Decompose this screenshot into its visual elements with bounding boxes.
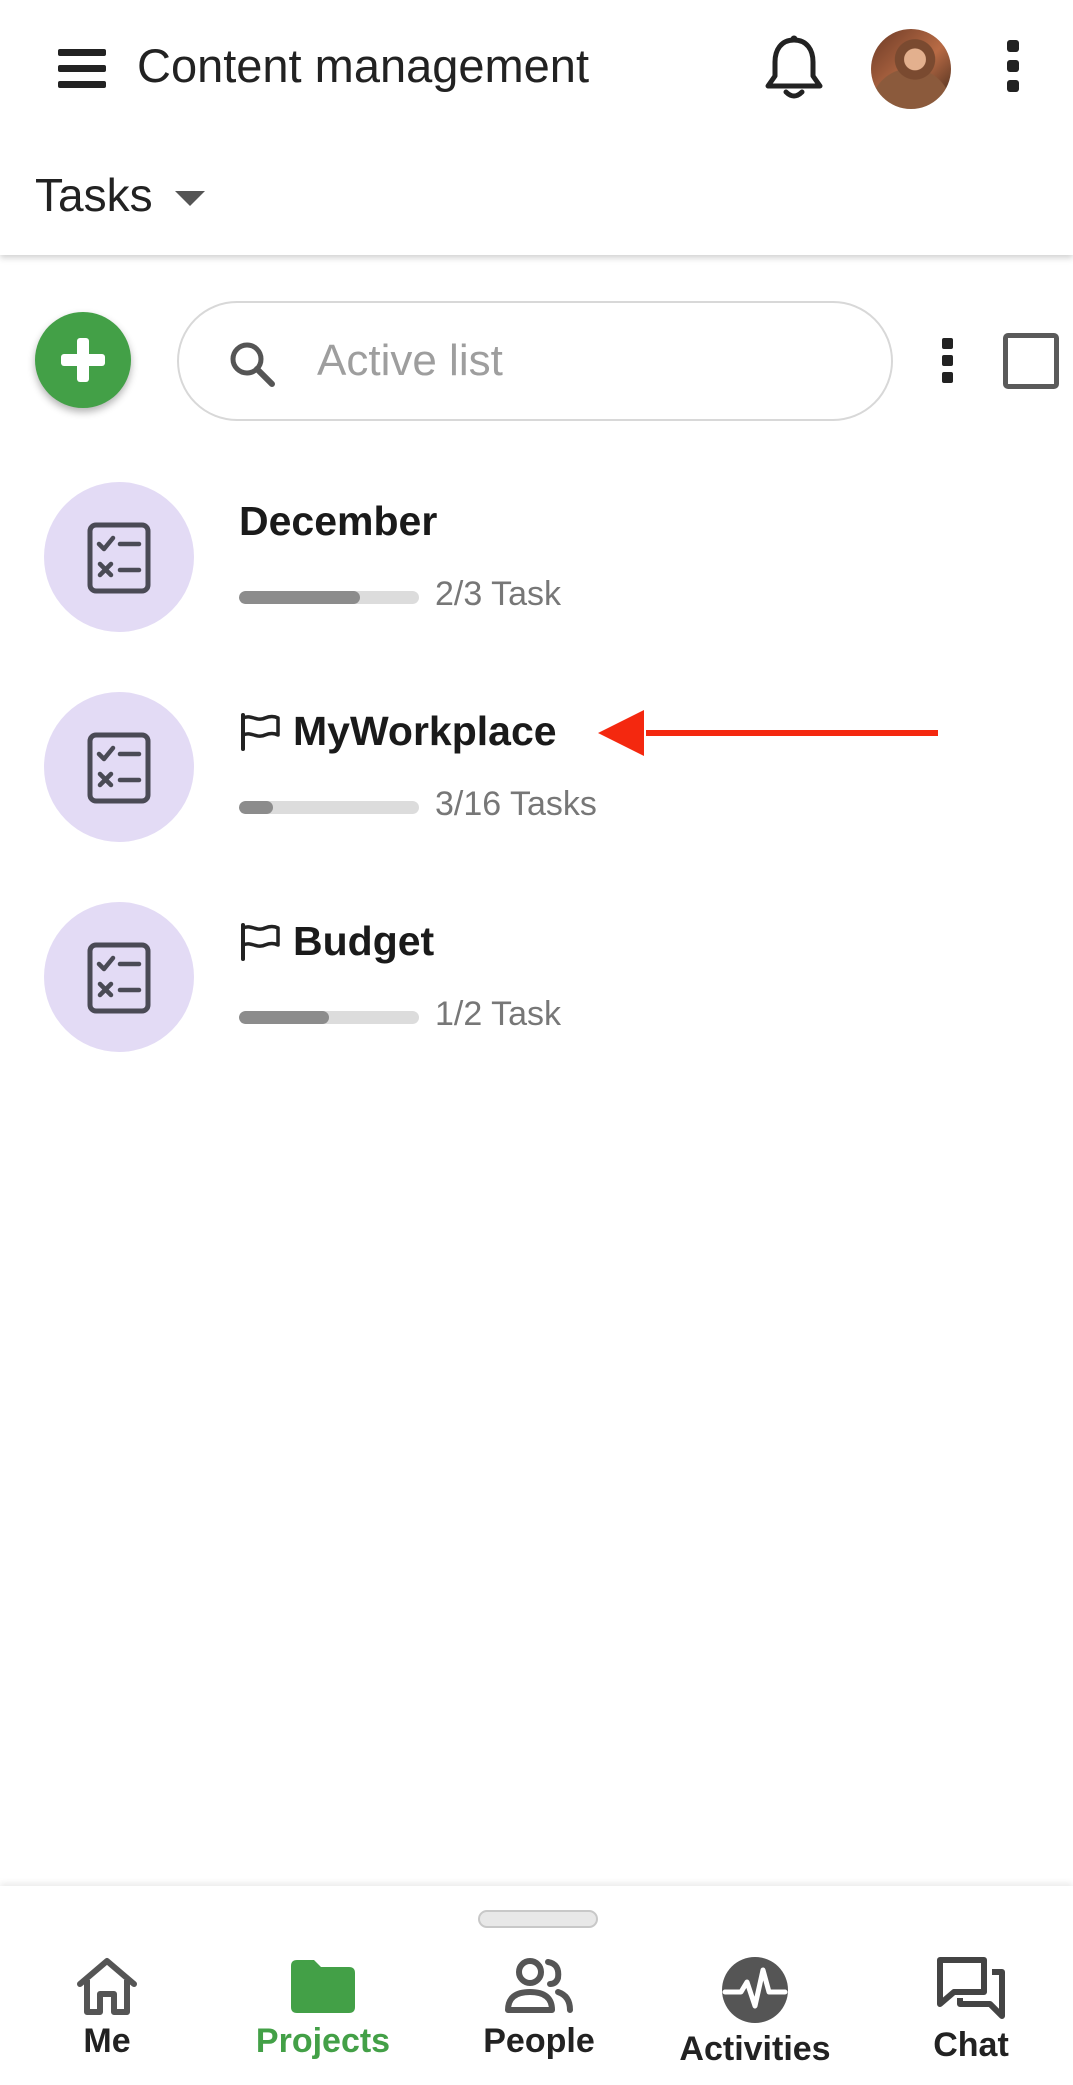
nav-item-activities[interactable]: Activities: [660, 1956, 850, 2076]
app-screen: Content management Tasks Active list Dec…: [0, 0, 1073, 2085]
nav-label-me: Me: [83, 2022, 131, 2060]
task-list-icon: [44, 902, 194, 1052]
nav-item-chat[interactable]: Chat: [876, 1956, 1066, 2076]
task-progress-fill: [239, 801, 274, 814]
task-list-name: Budget: [293, 918, 435, 964]
list-options-icon[interactable]: [937, 338, 957, 384]
task-progress-bar: [239, 1011, 419, 1024]
chat-icon: [937, 1957, 1005, 2019]
task-list-title: December: [239, 498, 437, 545]
caret-down-icon: [174, 190, 205, 206]
task-list-name: MyWorkplace: [293, 708, 557, 754]
search-icon: [230, 342, 275, 387]
nav-label-activities: Activities: [679, 2030, 831, 2068]
nav-item-people[interactable]: People: [444, 1956, 634, 2076]
menu-icon[interactable]: [58, 49, 106, 89]
search-input[interactable]: [317, 303, 857, 419]
nav-label-projects: Projects: [255, 2022, 391, 2060]
section-dropdown-label: Tasks: [35, 169, 153, 221]
task-list-icon: [44, 482, 194, 632]
annotation-arrow-icon: [598, 710, 938, 756]
top-app-bar: Content management Tasks: [0, 0, 1073, 255]
bottom-navigation: Me Projects People Activities Chat: [0, 1886, 1073, 2085]
home-icon: [77, 1958, 137, 2015]
task-list-title: MyWorkplace: [239, 708, 557, 755]
nav-label-people: People: [483, 2022, 595, 2060]
drag-handle[interactable]: [478, 1910, 598, 1928]
task-list-item-december[interactable]: December 2/3 Task: [0, 482, 1073, 642]
people-icon: [505, 1958, 573, 2013]
avatar[interactable]: [871, 29, 951, 109]
task-progress-bar: [239, 591, 419, 604]
add-list-button[interactable]: [35, 312, 131, 408]
more-options-icon[interactable]: [1001, 40, 1025, 100]
search-bar[interactable]: [177, 301, 893, 421]
nav-item-projects[interactable]: Projects: [228, 1956, 418, 2076]
nav-label-chat: Chat: [933, 2026, 1009, 2064]
activity-icon: [722, 1957, 788, 2023]
flag-icon: [241, 712, 280, 751]
section-dropdown[interactable]: Tasks: [35, 168, 205, 222]
select-all-checkbox[interactable]: [1003, 333, 1059, 389]
task-list-icon: [44, 692, 194, 842]
folder-icon: [291, 1960, 355, 2013]
task-progress-bar: [239, 801, 419, 814]
task-progress-fill: [239, 591, 360, 604]
task-progress-fill: [239, 1011, 329, 1024]
nav-item-me[interactable]: Me: [12, 1956, 202, 2076]
flag-icon: [241, 922, 280, 961]
notification-bell-icon[interactable]: [762, 34, 826, 102]
task-count: 1/2 Task: [435, 995, 562, 1033]
task-count: 3/16 Tasks: [435, 785, 597, 823]
task-list-name: December: [239, 498, 438, 544]
app-title: Content management: [137, 39, 590, 92]
task-list-title: Budget: [239, 918, 434, 965]
task-count: 2/3 Task: [435, 575, 562, 613]
task-list-item-budget[interactable]: Budget 1/2 Task: [0, 902, 1073, 1062]
